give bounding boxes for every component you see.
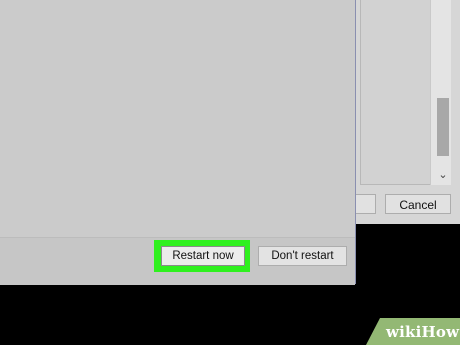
watermark-text: wikiHow: [386, 323, 460, 341]
restart-now-button[interactable]: Restart now: [161, 246, 245, 266]
chevron-down-icon[interactable]: ⌄: [436, 168, 450, 182]
scrollbar[interactable]: [430, 0, 451, 185]
dont-restart-button[interactable]: Don't restart: [258, 246, 347, 266]
wikihow-watermark: wikiHow: [366, 318, 460, 345]
scrollbar-thumb[interactable]: [437, 98, 449, 156]
cancel-button[interactable]: Cancel: [385, 194, 451, 214]
dialog-content-area: [0, 0, 355, 237]
